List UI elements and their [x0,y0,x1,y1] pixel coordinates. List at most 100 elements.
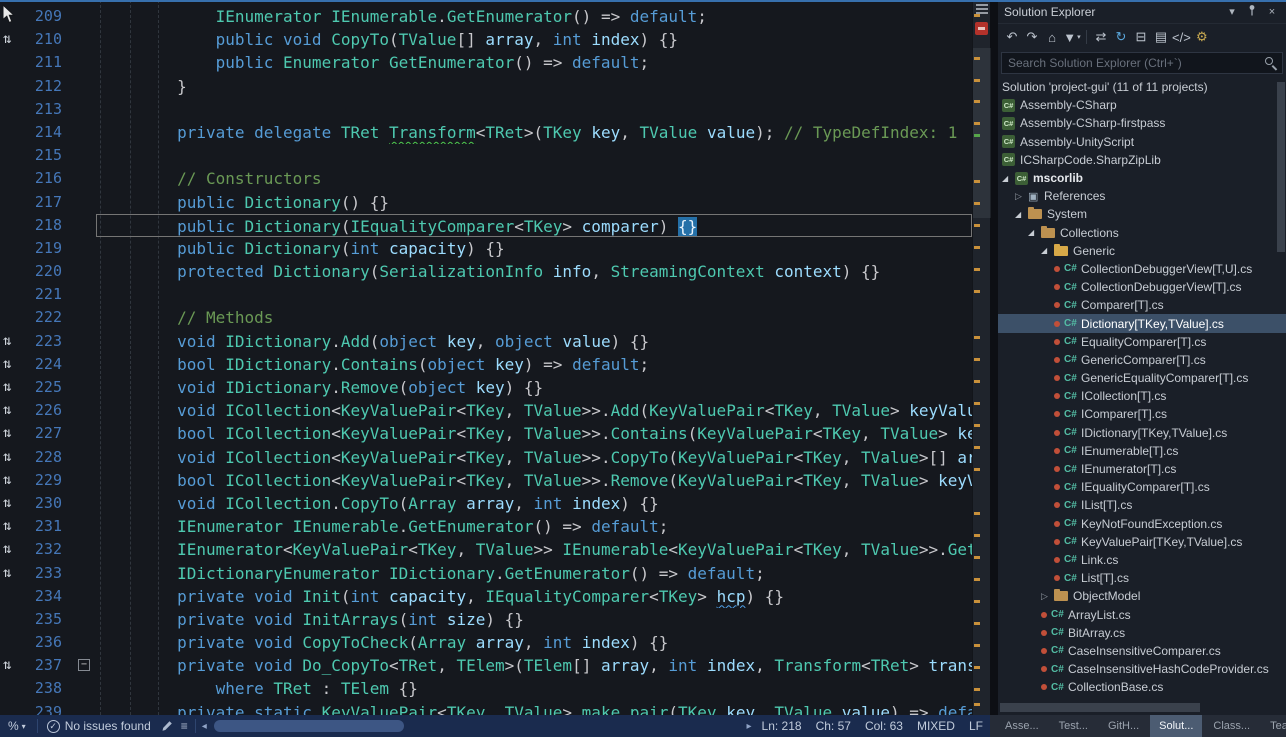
code-content[interactable]: void ICollection<KeyValuePair<TKey, TVal… [96,446,972,469]
line-number[interactable]: 213 [28,98,72,121]
panel-splitter[interactable] [990,0,998,715]
line-number[interactable]: 227 [28,422,72,445]
line-number[interactable]: 237 [28,654,72,677]
panel-tab-class[interactable]: Class... [1204,715,1259,737]
line-number[interactable]: 233 [28,562,72,585]
panel-tab-test[interactable]: Test... [1050,715,1097,737]
scrollbar-thumb[interactable] [214,720,405,732]
code-line[interactable]: 220 protected Dictionary(SerializationIn… [0,260,972,283]
glyph-margin[interactable] [0,260,28,283]
code-line[interactable]: ⇅230 void ICollection.CopyTo(Array array… [0,492,972,515]
code-line[interactable]: 211 public Enumerator GetEnumerator() =>… [0,51,972,74]
scroll-right-icon[interactable]: ▸ [744,721,755,732]
tree-item[interactable]: C#ICSharpCode.SharpZipLib [998,151,1286,169]
sync-with-active-document-icon[interactable]: ⇄ [1092,28,1110,46]
glyph-margin[interactable] [0,677,28,700]
code-content[interactable]: public Dictionary(IEqualityComparer<TKey… [96,214,972,237]
list-icon[interactable]: ≡ [181,719,188,733]
line-number[interactable]: 210 [28,28,72,51]
code-line[interactable]: 213 [0,98,972,121]
glyph-margin[interactable]: ⇅ [0,562,28,585]
code-content[interactable]: private void CopyToCheck(Array array, in… [96,631,972,654]
line-number[interactable]: 232 [28,538,72,561]
line-number[interactable]: 222 [28,306,72,329]
glyph-margin[interactable] [0,51,28,74]
tree-item[interactable]: C#IDictionary[TKey,TValue].cs [998,424,1286,442]
glyph-margin[interactable] [0,167,28,190]
glyph-margin[interactable]: ⇅ [0,492,28,515]
tree-vertical-scrollbar[interactable] [1277,80,1285,698]
code-editor[interactable]: 209 IEnumerator IEnumerable.GetEnumerato… [0,0,972,715]
code-content[interactable]: void ICollection.CopyTo(Array array, int… [96,492,972,515]
code-content[interactable]: private void Do_CopyTo<TRet, TElem>(TEle… [96,654,972,677]
glyph-margin[interactable]: ⇅ [0,353,28,376]
implements-icon[interactable]: ⇅ [3,330,11,353]
scrollbar-thumb[interactable] [973,48,991,218]
code-content[interactable]: public Dictionary(int capacity) {} [96,237,972,260]
tree-item[interactable]: C#ArrayList.cs [998,605,1286,623]
column-indicator[interactable]: Col: 63 [858,719,910,733]
tree-item[interactable]: ◢System [998,205,1286,223]
code-content[interactable]: bool ICollection<KeyValuePair<TKey, TVal… [96,469,972,492]
code-line[interactable]: ⇅228 void ICollection<KeyValuePair<TKey,… [0,446,972,469]
tree-horizontal-scrollbar[interactable] [1000,703,1276,712]
implements-icon[interactable]: ⇅ [3,353,11,376]
wrench-icon[interactable]: ⚙ [1193,28,1211,46]
tree-item[interactable]: C#CaseInsensitiveHashCodeProvider.cs [998,660,1286,678]
tree-item[interactable]: C#CollectionBase.cs [998,678,1286,696]
code-content[interactable]: // Constructors [96,167,972,190]
line-number[interactable]: 211 [28,51,72,74]
line-number[interactable]: 230 [28,492,72,515]
code-line[interactable]: 235 private void InitArrays(int size) {} [0,608,972,631]
window-menu-icon[interactable]: ▾ [1224,5,1240,18]
line-number[interactable]: 226 [28,399,72,422]
glyph-margin[interactable]: ⇅ [0,654,28,677]
glyph-margin[interactable] [0,75,28,98]
code-content[interactable]: void IDictionary.Remove(object key) {} [96,376,972,399]
code-line[interactable]: ⇅232 IEnumerator<KeyValuePair<TKey, TVal… [0,538,972,561]
code-content[interactable]: private void InitArrays(int size) {} [96,608,972,631]
glyph-margin[interactable] [0,585,28,608]
glyph-margin[interactable]: ⇅ [0,376,28,399]
tree-item[interactable]: C#IEnumerable[T].cs [998,442,1286,460]
line-indicator[interactable]: Ln: 218 [755,719,809,733]
tree-item[interactable]: C#CaseInsensitiveComparer.cs [998,642,1286,660]
tree-item[interactable]: ◢C#mscorlib [998,169,1286,187]
code-content[interactable]: private void Init(int capacity, IEqualit… [96,585,972,608]
code-content[interactable]: bool IDictionary.Contains(object key) =>… [96,353,972,376]
glyph-margin[interactable]: ⇅ [0,422,28,445]
panel-tab-solut[interactable]: Solut... [1150,715,1202,737]
chevron-collapsed-icon[interactable]: ▷ [1015,191,1028,202]
tree-item[interactable]: C#GenericComparer[T].cs [998,351,1286,369]
back-icon[interactable]: ↶ [1003,28,1021,46]
glyph-margin[interactable] [0,608,28,631]
filter-icon[interactable]: ▼▾ [1063,28,1081,46]
glyph-margin[interactable] [0,121,28,144]
tree-item[interactable]: C#KeyNotFoundException.cs [998,515,1286,533]
code-line[interactable]: 221 [0,283,972,306]
horizontal-scrollbar[interactable] [212,715,742,737]
code-content[interactable]: void ICollection<KeyValuePair<TKey, TVal… [96,399,972,422]
line-number[interactable]: 234 [28,585,72,608]
glyph-margin[interactable]: ⇅ [0,446,28,469]
code-line[interactable]: ⇅237− private void Do_CopyTo<TRet, TElem… [0,654,972,677]
implements-icon[interactable]: ⇅ [3,654,11,677]
issues-indicator[interactable]: ✓ No issues found [41,719,157,733]
line-number[interactable]: 229 [28,469,72,492]
scrollbar-thumb[interactable] [1277,82,1285,252]
code-content[interactable]: IDictionaryEnumerator IDictionary.GetEnu… [96,562,972,585]
tree-item[interactable]: ◢Collections [998,224,1286,242]
line-number[interactable]: 220 [28,260,72,283]
chevron-expanded-icon[interactable]: ◢ [1015,210,1028,219]
tree-item[interactable]: C#KeyValuePair[TKey,TValue].cs [998,533,1286,551]
tree-item[interactable]: ◢Generic [998,242,1286,260]
forward-icon[interactable]: ↷ [1023,28,1041,46]
code-line[interactable]: 238 where TRet : TElem {} [0,677,972,700]
tree-item[interactable]: C#IEnumerator[T].cs [998,460,1286,478]
tree-item[interactable]: C#IEqualityComparer[T].cs [998,478,1286,496]
character-indicator[interactable]: Ch: 57 [809,719,858,733]
tree-item[interactable]: C#ICollection[T].cs [998,387,1286,405]
tree-item[interactable]: C#IComparer[T].cs [998,405,1286,423]
collapse-all-icon[interactable]: ⊟ [1132,28,1150,46]
splitter-grip-icon[interactable] [976,4,988,14]
